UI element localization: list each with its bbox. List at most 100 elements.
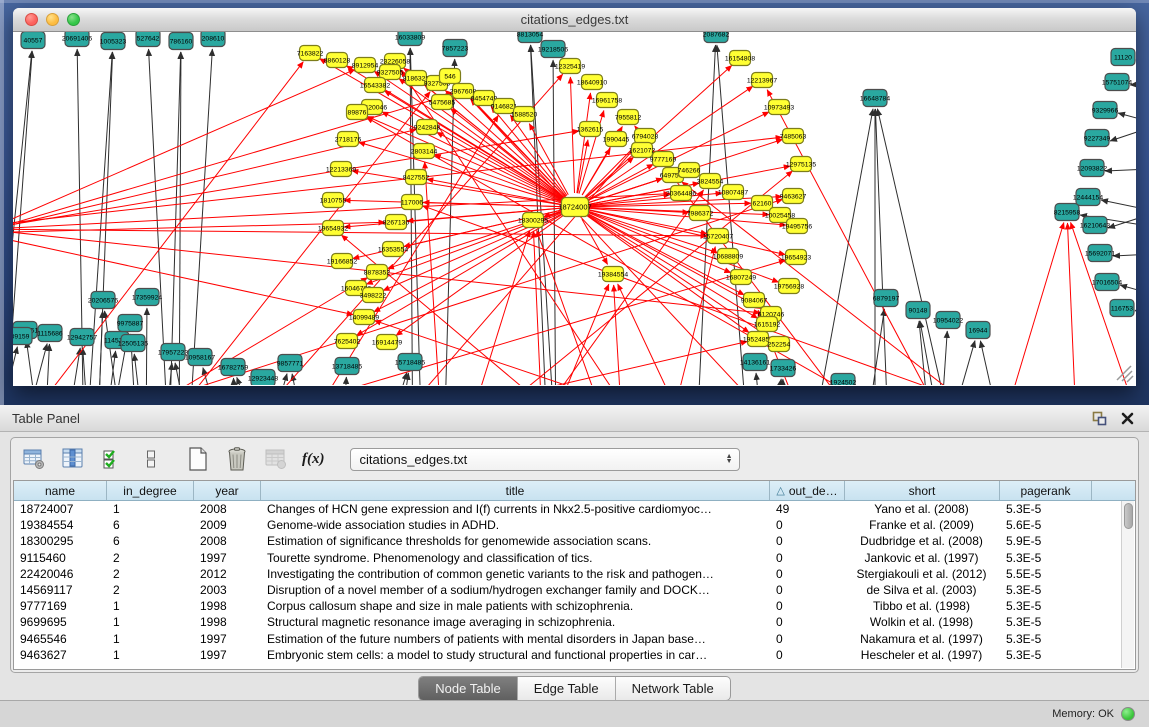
- edge[interactable]: [13, 131, 579, 231]
- graph-node[interactable]: 11120: [1111, 49, 1135, 66]
- graph-node[interactable]: 15720407: [703, 229, 733, 244]
- graph-node[interactable]: 6794028: [632, 129, 659, 144]
- network-canvas[interactable]: 4055720691406100532352764278616020861016…: [13, 32, 1136, 385]
- edge[interactable]: [980, 341, 1006, 385]
- minimize-window-icon[interactable]: [46, 13, 59, 26]
- graph-node[interactable]: 16543382: [360, 78, 390, 93]
- edge[interactable]: [997, 223, 1064, 385]
- tab-network-table[interactable]: Network Table: [616, 677, 730, 700]
- graph-node[interactable]: 10958167: [185, 349, 215, 366]
- graph-node[interactable]: 14099489: [349, 310, 379, 325]
- graph-node[interactable]: 10807487: [718, 185, 748, 200]
- edge[interactable]: [83, 348, 90, 385]
- vertical-scrollbar[interactable]: [1121, 501, 1134, 668]
- graph-node[interactable]: 16914479: [372, 335, 402, 350]
- graph-node[interactable]: 9242848: [414, 120, 441, 135]
- graph-node[interactable]: 746266: [678, 163, 701, 178]
- column-header-in_degree[interactable]: in_degree: [107, 481, 194, 500]
- graph-node[interactable]: 1615192: [754, 317, 781, 332]
- edge[interactable]: [134, 354, 146, 385]
- graph-node[interactable]: 16944: [966, 322, 990, 339]
- close-panel-icon[interactable]: [1117, 409, 1137, 427]
- graph-node[interactable]: 546: [440, 69, 461, 84]
- graph-node[interactable]: 8878352: [364, 265, 391, 280]
- select-columns-check-icon[interactable]: [99, 446, 125, 472]
- graph-node[interactable]: 12923448: [248, 370, 278, 386]
- graph-node[interactable]: 39159: [13, 328, 32, 345]
- table-row[interactable]: 977716911998Corpus callosum shape and si…: [14, 598, 1121, 614]
- graph-node[interactable]: 12213967: [747, 73, 777, 88]
- graph-node[interactable]: 19654923: [781, 250, 811, 265]
- edge[interactable]: [13, 347, 17, 385]
- graph-node[interactable]: 16154808: [725, 51, 755, 66]
- edge[interactable]: [425, 162, 442, 385]
- edge[interactable]: [177, 260, 785, 385]
- graph-node[interactable]: 19384554: [598, 267, 628, 282]
- close-window-icon[interactable]: [25, 13, 38, 26]
- graph-node[interactable]: 19218506: [538, 41, 568, 58]
- edge[interactable]: [1110, 120, 1136, 141]
- float-window-icon[interactable]: [1089, 409, 1109, 427]
- graph-node[interactable]: 9084067: [741, 293, 768, 308]
- function-builder-icon[interactable]: f(x): [302, 446, 325, 472]
- graph-node[interactable]: 19495756: [782, 219, 812, 234]
- graph-node[interactable]: 19756928: [774, 279, 804, 294]
- edge[interactable]: [863, 309, 884, 385]
- edge[interactable]: [935, 341, 975, 385]
- graph-node[interactable]: 20364486: [666, 186, 696, 201]
- graph-node[interactable]: 12213369: [326, 162, 356, 177]
- edge[interactable]: [769, 379, 781, 385]
- graph-node[interactable]: 116753: [1110, 300, 1134, 317]
- graph-node[interactable]: 62160: [752, 196, 773, 211]
- graph-node[interactable]: 10688809: [713, 249, 743, 264]
- graph-node[interactable]: 9857771: [277, 355, 304, 372]
- graph-node[interactable]: 8860128: [324, 53, 351, 68]
- graph-node[interactable]: 40557: [21, 32, 45, 49]
- graph-node[interactable]: 9463627: [780, 189, 807, 204]
- table-row[interactable]: 2242004622012Investigating the contribut…: [14, 566, 1121, 582]
- graph-node[interactable]: 20206576: [88, 292, 118, 309]
- edge[interactable]: [510, 115, 567, 196]
- graph-node[interactable]: 16961758: [592, 93, 622, 108]
- graph-node[interactable]: 7485063: [780, 129, 807, 144]
- graph-node[interactable]: 19166852: [327, 254, 357, 269]
- graph-node[interactable]: 3824554: [697, 174, 724, 189]
- graph-node[interactable]: 3498222: [360, 288, 387, 303]
- edge[interactable]: [1120, 285, 1136, 300]
- column-header-short[interactable]: short: [845, 481, 1000, 500]
- graph-node[interactable]: 7955812: [615, 110, 642, 125]
- graph-node[interactable]: 9227349: [1084, 130, 1111, 147]
- table-row[interactable]: 1938455462009Genome-wide association stu…: [14, 517, 1121, 533]
- edge[interactable]: [342, 377, 346, 385]
- edge[interactable]: [589, 208, 769, 215]
- graph-node[interactable]: 15718485: [395, 354, 425, 371]
- graph-node[interactable]: 12093822: [1077, 160, 1107, 177]
- graph-node[interactable]: 7986372: [687, 206, 714, 221]
- table-row[interactable]: 1456911722003Disruption of a novel membe…: [14, 582, 1121, 598]
- edge[interactable]: [13, 232, 353, 315]
- graph-node[interactable]: 786160: [169, 33, 193, 50]
- column-header-title[interactable]: title: [261, 481, 770, 500]
- edge[interactable]: [570, 77, 574, 193]
- edge[interactable]: [589, 193, 722, 206]
- edge[interactable]: [149, 49, 169, 385]
- graph-node[interactable]: 1733426: [770, 360, 797, 377]
- edge[interactable]: [96, 311, 103, 385]
- table-row[interactable]: 969969511998Structural magnetic resonanc…: [14, 614, 1121, 630]
- graph-node[interactable]: 12325419: [555, 59, 585, 74]
- edge[interactable]: [1113, 253, 1136, 256]
- edge[interactable]: [939, 331, 947, 385]
- graph-node[interactable]: 18640910: [577, 75, 607, 90]
- delete-trash-icon[interactable]: [224, 446, 250, 472]
- edge[interactable]: [188, 49, 212, 385]
- graph-node[interactable]: 16033809: [395, 32, 425, 46]
- zoom-window-icon[interactable]: [67, 13, 80, 26]
- graph-node[interactable]: 10954022: [933, 312, 963, 329]
- graph-node[interactable]: 1924502: [830, 374, 857, 386]
- graph-node[interactable]: 1005323: [100, 33, 127, 50]
- edge[interactable]: [1101, 200, 1136, 215]
- table-row[interactable]: 911546021997Tourette syndrome. Phenomeno…: [14, 550, 1121, 566]
- edge[interactable]: [102, 351, 116, 385]
- graph-node[interactable]: 208610: [201, 32, 225, 47]
- graph-node[interactable]: 9777169: [650, 152, 677, 167]
